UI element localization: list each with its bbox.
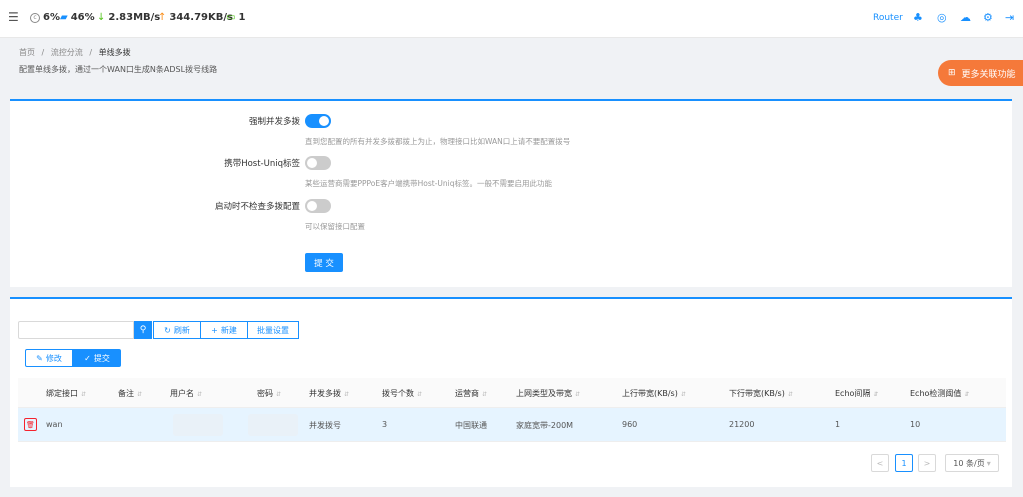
breadcrumb-current: 单线多拨 [98,48,131,57]
pagination-prev[interactable]: < [871,454,889,472]
more-features-label: 更多关联功能 [961,69,1016,80]
upload-value: 344.79KB/s [169,12,233,23]
download-stat: ↓ 2.83MB/s [97,12,160,23]
breadcrumb-home[interactable]: 首页 [19,48,35,57]
breadcrumb-flow-control[interactable]: 流控分流 [51,48,83,57]
chevron-down-icon: ▾ [986,458,991,468]
settings-panel: 强制并发多拨 直到您配置的所有并发多拨都拨上为止，物理接口比如WAN口上请不要配… [10,99,1012,287]
cell-iface: wan [46,420,63,429]
col-echo-interval[interactable]: Echo间隔 ⇵ [835,388,878,399]
col-up[interactable]: 上行带宽(KB/s) ⇵ [622,388,686,399]
cell-isp: 中国联通 [455,421,487,430]
table-header: 绑定接口 ⇵ 备注 ⇵ 用户名 ⇵ 密码 ⇵ 并发多拨 ⇵ 拨号个数 ⇵ 运营商 ⇵ 上网类型… [18,378,1006,408]
breadcrumb-separator: / [89,48,93,57]
devices-stat: ▭ 1 [226,12,245,23]
upload-stat: ↑ 344.79KB/s [158,12,233,23]
col-username[interactable]: 用户名 ⇵ [170,388,202,399]
cell-echo-interval: 1 [835,420,841,429]
username-redacted [173,414,223,436]
check-icon: ✓ [84,353,91,363]
nocheck-toggle[interactable] [305,199,331,213]
pagination-page-1[interactable]: 1 [895,454,913,472]
nocheck-hint: 可以保留接口配置 [305,222,365,231]
col-type[interactable]: 上网类型及带宽 ⇵ [516,388,580,399]
pencil-icon: ✎ [36,353,43,363]
col-echo-threshold[interactable]: Echo检测阈值 ⇵ [910,388,969,399]
cell-up: 960 [622,420,638,429]
cpu-stat: c 6% [30,12,60,23]
search-input[interactable] [18,321,134,339]
new-label: 新建 [220,325,237,335]
logout-icon[interactable]: ⇥ [1005,11,1014,24]
edit-label: 修改 [45,353,62,363]
refresh-label: 刷新 [173,325,190,335]
cpu-value: 6% [43,12,60,23]
top-bar: ☰ c 6% ▰ 46% ↓ 2.83MB/s ↑ 344.79KB/s ▭ 1… [0,0,1023,38]
refresh-icon: ↻ [164,325,171,335]
cell-count: 3 [382,420,388,429]
page-subtitle: 配置单线多拨，通过一个WAN口生成N条ADSL拨号线路 [19,65,218,74]
cell-type: 家庭宽带-200M [516,421,574,430]
globe-icon[interactable]: ◎ [937,11,947,24]
devices-value: 1 [238,12,246,23]
monitor-icon: ▭ [226,12,236,23]
pagination-next[interactable]: > [918,454,936,472]
new-button[interactable]: + 新建 [200,321,248,339]
cpu-icon: c [30,12,40,23]
batch-settings-label: 批量设置 [257,325,289,335]
arrow-down-icon: ↓ [97,12,106,23]
password-redacted [248,414,298,436]
memory-icon: ▰ [60,12,68,23]
cloud-upload-icon[interactable]: ☁ [960,11,971,24]
router-link[interactable]: Router [873,13,903,23]
col-mode[interactable]: 并发多拨 ⇵ [309,388,349,399]
settings-submit-button[interactable]: 提 交 [305,253,343,272]
col-isp[interactable]: 运营商 ⇵ [455,388,487,399]
batch-settings-button[interactable]: 批量设置 [247,321,299,339]
page-size-value: 10 条/页 [953,458,985,468]
hostuniq-toggle[interactable] [305,156,331,170]
col-password[interactable]: 密码 ⇵ [257,388,281,399]
cell-down: 21200 [729,420,755,429]
shirt-icon[interactable]: ♣ [913,11,923,24]
force-multidial-hint: 直到您配置的所有并发多拨都拨上为止，物理接口比如WAN口上请不要配置拨号 [305,137,571,146]
gear-icon[interactable]: ⚙ [983,11,993,24]
col-iface[interactable]: 绑定接口 ⇵ [46,388,86,399]
force-multidial-toggle[interactable] [305,114,331,128]
search-button[interactable]: ⚲ [134,321,152,339]
search-icon: ⚲ [139,325,147,335]
plus-icon: + [211,325,218,335]
dial-table-panel: ⚲ ↻ 刷新 + 新建 批量设置 ✎ 修改 ✓ 提交 绑定接口 ⇵ 备注 ⇵ 用户名… [10,297,1012,487]
download-value: 2.83MB/s [108,12,161,23]
cell-echo-threshold: 10 [910,420,921,429]
refresh-button[interactable]: ↻ 刷新 [153,321,201,339]
more-features-button[interactable]: ⊞ 更多关联功能 [938,60,1023,86]
breadcrumb: 首页 / 流控分流 / 单线多拨 [19,47,135,58]
hostuniq-label: 携带Host-Uniq标签 [224,159,300,169]
edit-button[interactable]: ✎ 修改 [25,349,73,367]
grid-icon: ⊞ [948,68,956,78]
trash-icon[interactable]: 🗑 [24,418,37,431]
table-row[interactable]: 🗑 wan 并发拨号 3 中国联通 家庭宽带-200M 960 21200 1 … [18,408,1006,442]
mem-stat: ▰ 46% [60,12,95,23]
table-submit-label: 提交 [93,353,110,363]
arrow-up-icon: ↑ [158,12,167,23]
page-size-select[interactable]: 10 条/页 ▾ [945,454,999,472]
cell-mode: 并发拨号 [309,421,341,430]
mem-value: 46% [70,12,95,23]
breadcrumb-separator: / [41,48,45,57]
col-remark[interactable]: 备注 ⇵ [118,388,142,399]
force-multidial-label: 强制并发多拨 [248,117,300,127]
hostuniq-hint: 某些运营商需要PPPoE客户端携带Host-Uniq标签。一般不需要启用此功能 [305,179,552,188]
col-down[interactable]: 下行带宽(KB/s) ⇵ [729,388,793,399]
table-submit-button[interactable]: ✓ 提交 [73,349,121,367]
menu-collapse-icon[interactable]: ☰ [8,10,19,24]
nocheck-label: 启动时不检查多拨配置 [214,202,300,212]
col-count[interactable]: 拨号个数 ⇵ [382,388,422,399]
